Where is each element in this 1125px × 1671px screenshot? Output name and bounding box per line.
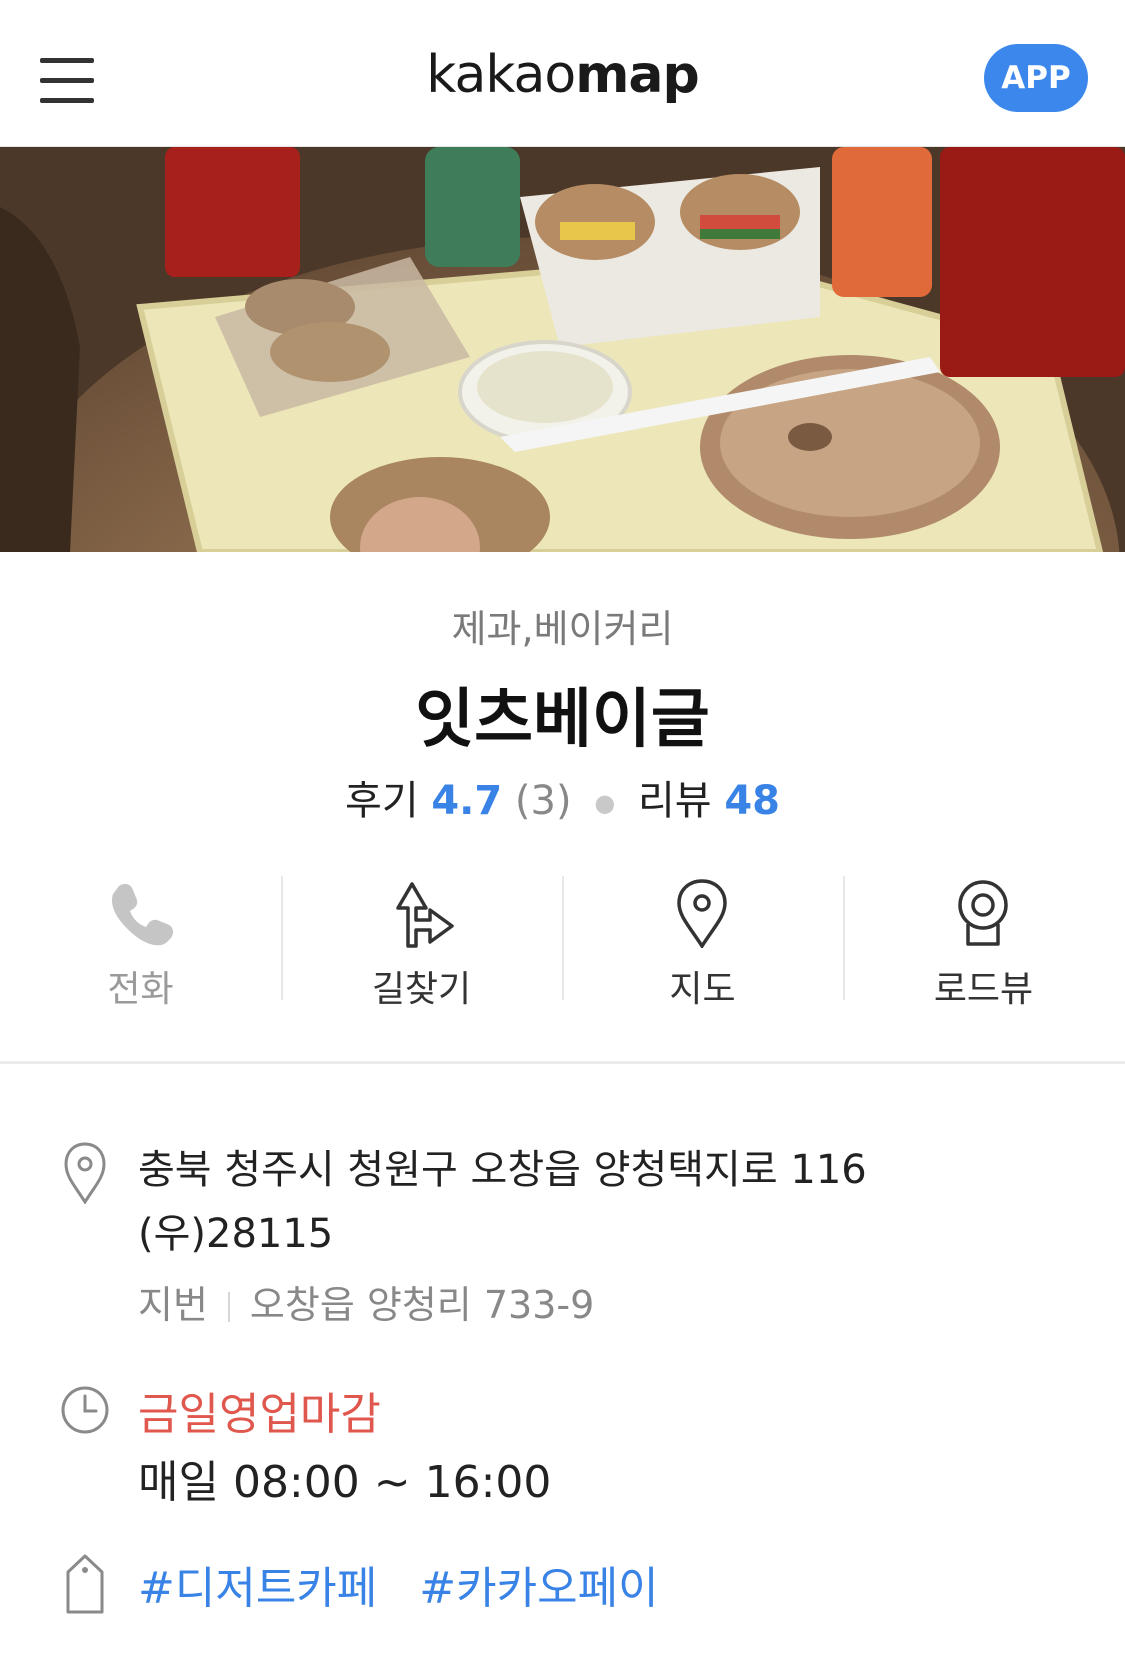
phone-icon xyxy=(111,883,174,946)
review-score: 4.7 xyxy=(431,778,503,824)
rating-summary[interactable]: 후기 4.7 (3) ● 리뷰 48 xyxy=(0,768,1125,826)
tag-kakaopay[interactable]: #카카오페이 xyxy=(419,1563,658,1614)
action-divider xyxy=(562,876,564,1000)
tag-icon xyxy=(66,1554,104,1614)
road-address[interactable]: 충북 청주시 청원구 오창읍 양청택지로 116 (우)28115 xyxy=(138,1138,1088,1266)
jibun-label: 지번 xyxy=(138,1283,208,1327)
map-label: 지도 xyxy=(669,969,736,1010)
action-divider xyxy=(843,876,845,1000)
postal-code: (우)28115 xyxy=(138,1211,334,1257)
action-divider xyxy=(281,876,283,1000)
place-category: 제과,베이커리 xyxy=(451,607,674,651)
call-label: 전화 xyxy=(107,969,174,1010)
section-divider xyxy=(0,1061,1125,1064)
address-line: 충북 청주시 청원구 오창읍 양청택지로 116 xyxy=(138,1147,867,1193)
separator-dot: ● xyxy=(594,789,616,817)
directions-icon xyxy=(396,882,454,948)
map-button[interactable]: 지도 xyxy=(562,872,843,1010)
roadview-button[interactable]: 로드뷰 xyxy=(843,872,1124,1010)
jibun-address: 지번 오창읍 양청리 733-9 xyxy=(138,1274,594,1329)
open-app-button[interactable]: APP xyxy=(984,44,1088,112)
clock-icon xyxy=(61,1386,109,1434)
tag-list: #디저트카페 #카카오페이 xyxy=(138,1552,687,1616)
jibun-value: 오창읍 양청리 733-9 xyxy=(249,1283,595,1327)
call-button[interactable]: 전화 xyxy=(0,872,281,1010)
roadview-label: 로드뷰 xyxy=(933,969,1034,1010)
kakaomap-logo[interactable]: kakaomap xyxy=(0,40,1125,110)
jibun-separator xyxy=(227,1292,230,1322)
business-hours: 매일 08:00 ~ 16:00 xyxy=(138,1457,552,1508)
tag-dessert-cafe[interactable]: #디저트카페 xyxy=(138,1563,377,1614)
business-status[interactable]: 금일영업마감 xyxy=(138,1378,381,1442)
top-header: kakaomap APP xyxy=(0,0,1125,147)
directions-label: 길찾기 xyxy=(371,969,472,1010)
blog-review-count: 48 xyxy=(724,778,780,824)
review-label: 후기 xyxy=(345,778,419,824)
roadview-icon xyxy=(958,880,1008,946)
map-pin-icon xyxy=(677,879,727,948)
review-count: (3) xyxy=(514,778,572,824)
directions-button[interactable]: 길찾기 xyxy=(281,872,562,1010)
place-name: 잇츠베이글 xyxy=(415,683,710,757)
place-photo[interactable] xyxy=(0,147,1125,552)
location-pin-icon xyxy=(64,1142,106,1204)
blog-review-label: 리뷰 xyxy=(637,778,712,824)
